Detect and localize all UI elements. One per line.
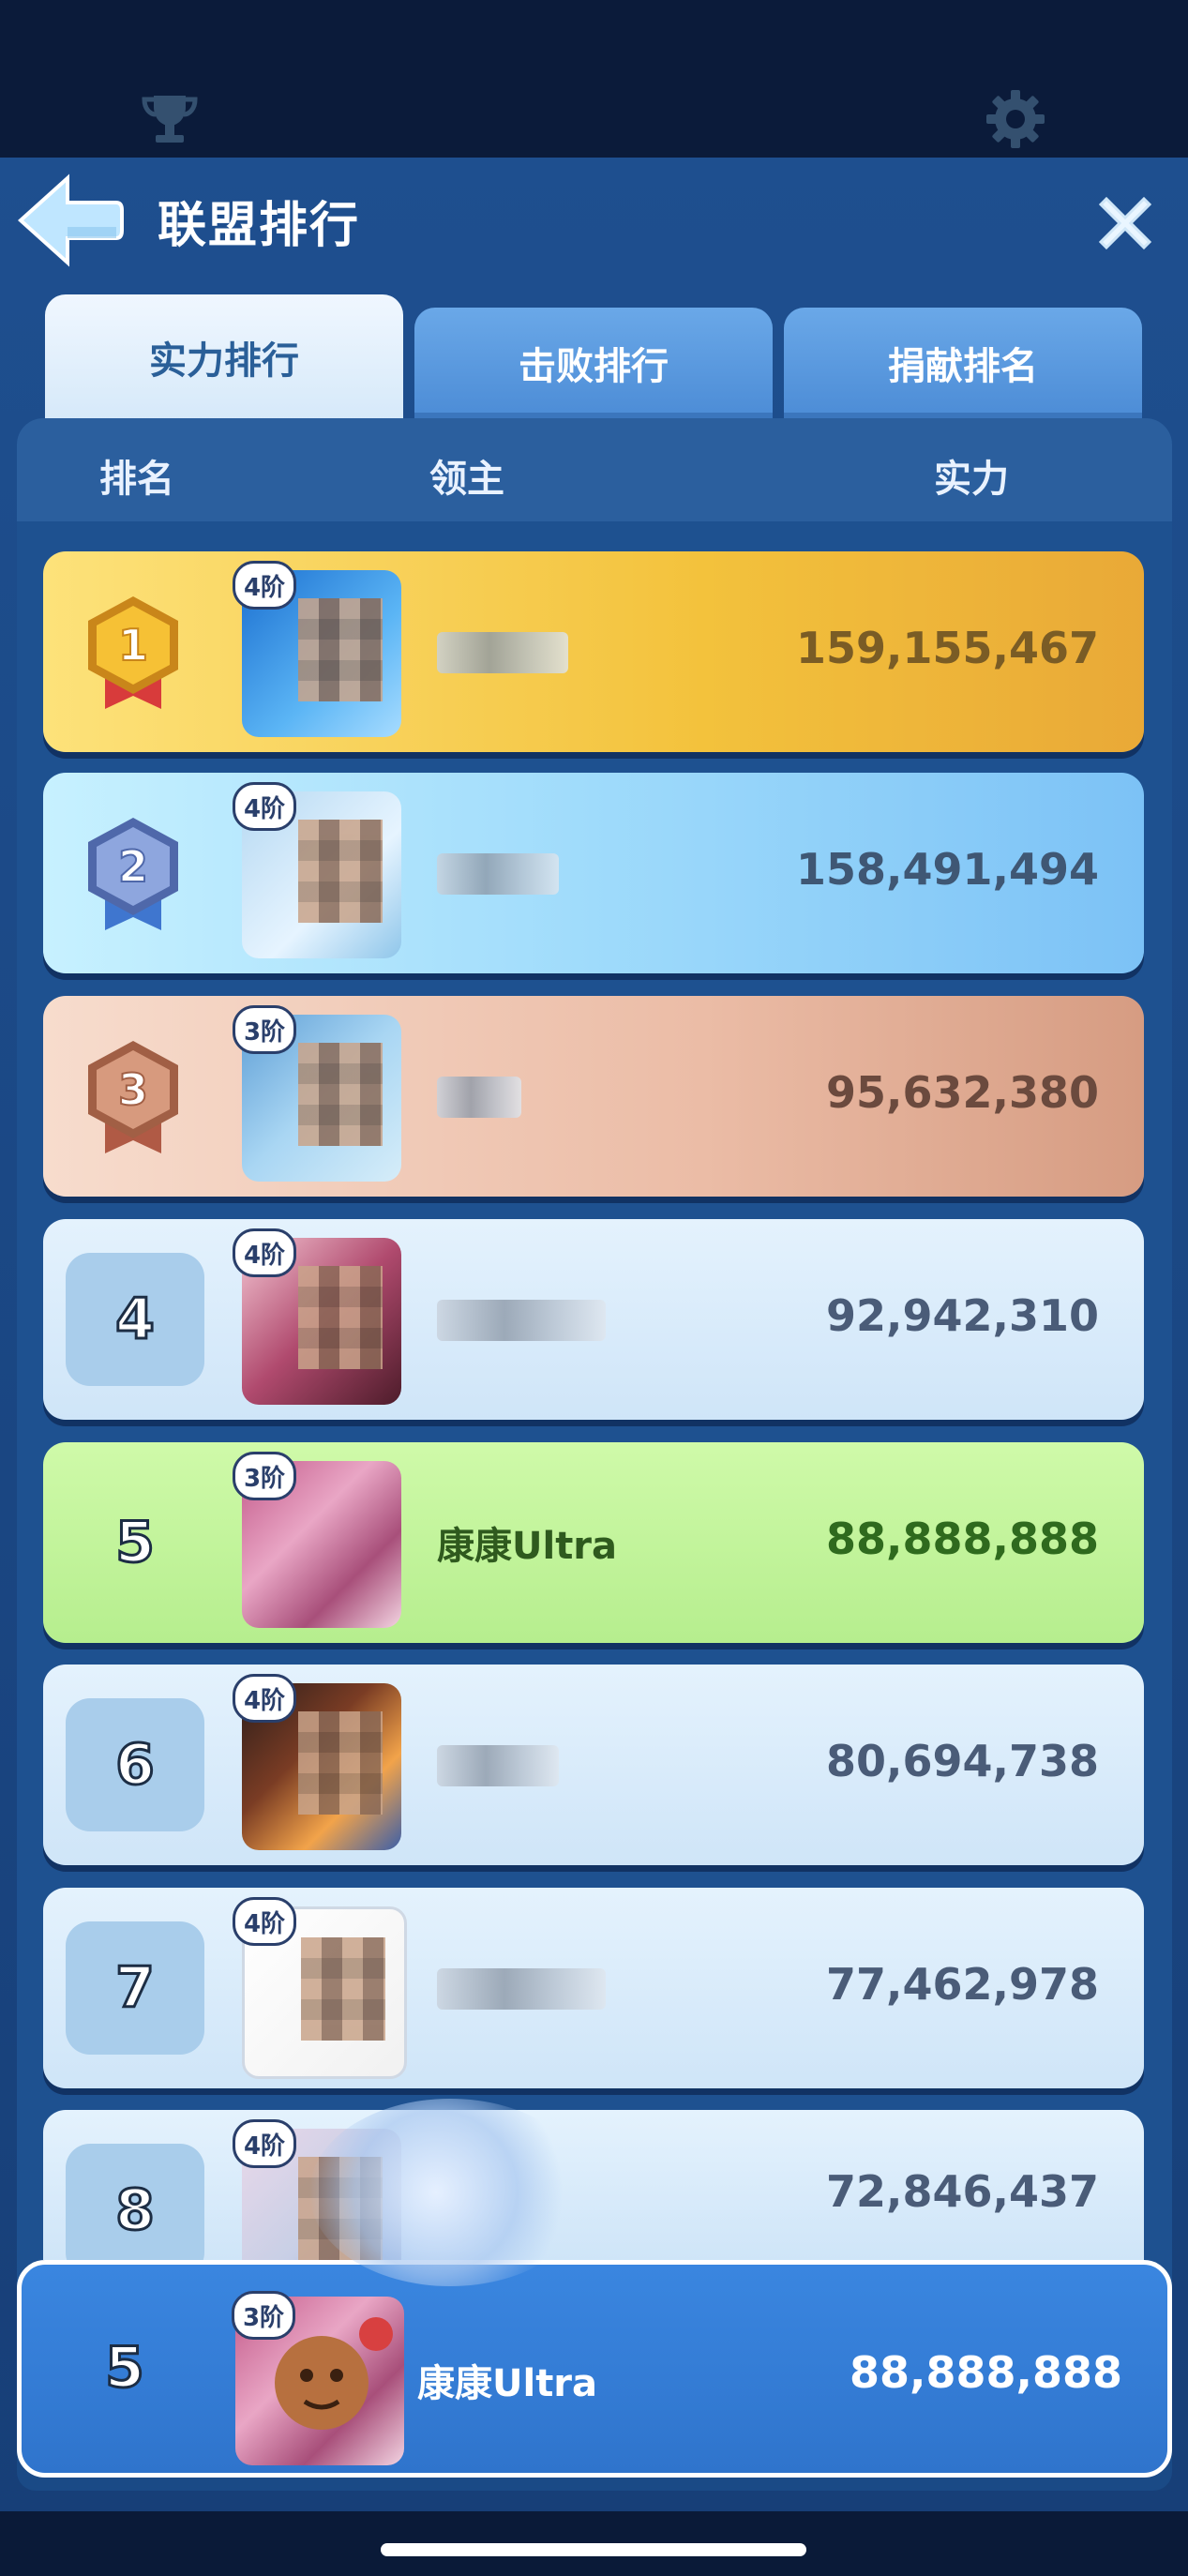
rows-container: 1 4阶 159,155,467 2 4阶 158,491,494 3 3阶 95,632,38… (0, 0, 1188, 2277)
tier-badge: 4阶 (233, 561, 296, 610)
tier-badge: 4阶 (233, 1897, 296, 1946)
table-row[interactable]: 3 3阶 95,632,380 (43, 996, 1144, 1197)
rank-number: 8 (66, 2144, 204, 2277)
tier-badge: 3阶 (233, 1005, 296, 1054)
tier-badge: 4阶 (233, 1674, 296, 1723)
rank-number: 6 (66, 1698, 204, 1831)
table-row[interactable]: 5 3阶康康Ultra 88,888,888 (43, 1442, 1144, 1643)
tier-badge: 3阶 (233, 1452, 296, 1500)
my-lord-name: 康康Ultra (417, 2362, 598, 2405)
lord-name-redacted (437, 853, 559, 895)
lord-name: 康康Ultra (437, 1525, 618, 1568)
rank-number: 5 (114, 1509, 157, 1577)
power-value: 88,888,888 (825, 1514, 1099, 1564)
table-row[interactable]: 6 4阶 80,694,738 (43, 1665, 1144, 1865)
home-indicator[interactable] (381, 2543, 806, 2556)
my-tier-badge: 3阶 (232, 2291, 295, 2340)
my-power-value: 88,888,888 (849, 2347, 1122, 2398)
rank-medal-icon: 2 (88, 818, 178, 930)
rank-number: 2 (118, 841, 148, 892)
avatar-pixelated-face (301, 1937, 385, 2041)
power-value: 80,694,738 (825, 1736, 1099, 1786)
avatar-pixelated-face (298, 1711, 383, 1815)
rank-medal-icon: 1 (88, 596, 178, 709)
power-value: 72,846,437 (825, 2166, 1099, 2217)
rank-medal-icon: 3 (88, 1041, 178, 1153)
power-value: 77,462,978 (825, 1959, 1099, 2010)
power-value: 159,155,467 (795, 623, 1099, 673)
rank-number: 1 (118, 620, 148, 670)
rank-number: 3 (118, 1064, 148, 1115)
lord-name-redacted (437, 1968, 606, 2010)
power-value: 158,491,494 (795, 844, 1099, 895)
tier-badge: 4阶 (233, 2119, 296, 2168)
avatar-pixelated-face (298, 1043, 383, 1146)
lord-name-redacted (437, 632, 568, 673)
tier-badge: 4阶 (233, 1228, 296, 1277)
table-row[interactable]: 1 4阶 159,155,467 (43, 551, 1144, 752)
table-row[interactable]: 2 4阶 158,491,494 (43, 773, 1144, 973)
table-row[interactable]: 4 4阶 92,942,310 (43, 1219, 1144, 1420)
lord-name-redacted (437, 1745, 559, 1786)
lord-name-redacted (437, 1300, 606, 1341)
avatar-pixelated-face (298, 598, 383, 701)
power-value: 95,632,380 (825, 1067, 1099, 1118)
my-rank-row[interactable]: 5 3阶 康康Ultra 88,888,888 (17, 2260, 1172, 2478)
tier-badge: 4阶 (233, 782, 296, 831)
my-rank-number: 5 (104, 2334, 146, 2403)
cloud-effect (309, 2099, 591, 2286)
lord-name-redacted (437, 1077, 521, 1118)
avatar-pixelated-face (298, 820, 383, 923)
rank-number: 7 (66, 1921, 204, 2055)
avatar-pixelated-face (298, 1266, 383, 1369)
table-row[interactable]: 7 4阶 77,462,978 (43, 1888, 1144, 2088)
table-row[interactable]: 8 4阶 72,846,437 (43, 2110, 1144, 2277)
rank-number: 4 (66, 1253, 204, 1386)
power-value: 92,942,310 (825, 1290, 1099, 1341)
